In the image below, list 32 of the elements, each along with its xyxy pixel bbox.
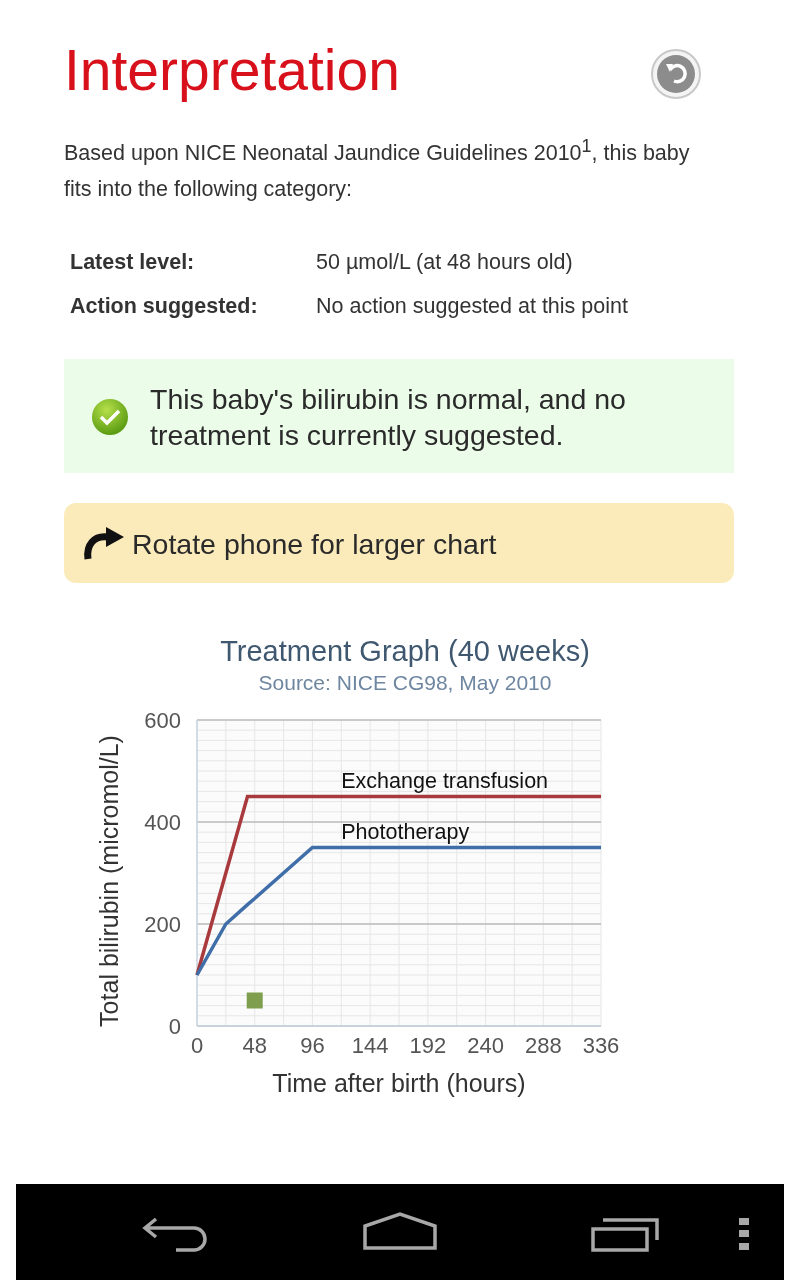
page-title: Interpretation <box>64 37 400 104</box>
x-tick-label: 96 <box>300 1033 325 1059</box>
intro-paragraph: Based upon NICE Neonatal Jaundice Guidelines 2010$^{1}$, this baby fits into the following category: <box>64 135 691 204</box>
recent-apps-icon[interactable] <box>591 1216 661 1252</box>
y-axis-title: Total bilirubin (micromol/L) <box>95 735 123 1028</box>
line-label: Phototherapy <box>341 819 470 844</box>
summary-label: Latest level: <box>70 249 195 277</box>
x-tick-label: 192 <box>409 1033 447 1059</box>
chart-subtitle: Source: NICE CG98, May 2010 <box>258 670 552 697</box>
x-tick-label: 48 <box>242 1033 267 1059</box>
x-tick-label: 0 <box>190 1033 204 1059</box>
result-message: This baby's bilirubin is normal, and no treatment is currently suggested. <box>150 382 627 454</box>
x-axis-title: Time after birth (hours) <box>272 1069 526 1098</box>
summary-label: Action suggested: <box>70 293 258 321</box>
x-tick-label: 144 <box>351 1033 389 1059</box>
y-tick-label: 0 <box>168 1014 181 1040</box>
x-tick-label: 336 <box>582 1033 620 1059</box>
home-icon[interactable] <box>363 1212 437 1250</box>
menu-icon[interactable] <box>739 1218 749 1250</box>
y-tick-label: 600 <box>144 708 181 734</box>
x-tick-label: 288 <box>524 1033 562 1059</box>
chart-title: Treatment Graph (40 weeks) <box>220 634 590 670</box>
y-tick-label: 200 <box>144 912 181 938</box>
rotate-hint-text: Rotate phone for larger chart <box>132 527 497 563</box>
check-icon <box>90 397 130 438</box>
summary-value: 50 µmol/L (at 48 hours old) <box>316 249 573 277</box>
undo-icon[interactable] <box>650 48 702 100</box>
summary-value: No action suggested at this point <box>316 293 628 321</box>
x-tick-label: 240 <box>467 1033 504 1059</box>
line-label: Exchange transfusion <box>341 768 549 793</box>
y-tick-label: 400 <box>144 810 181 836</box>
back-icon[interactable] <box>142 1216 210 1252</box>
